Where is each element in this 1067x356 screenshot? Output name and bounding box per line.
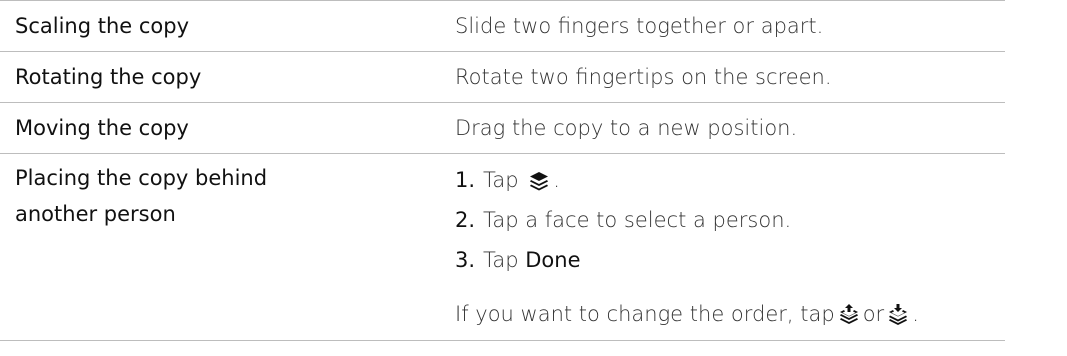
note-text-before: If you want to change the order, tap <box>455 302 835 326</box>
step-number: 1. <box>455 168 476 192</box>
action-line: another person <box>15 202 176 226</box>
order-note: If you want to change the order, tap or <box>455 294 1005 334</box>
note-text-middle: or <box>862 302 885 326</box>
done-label: Done <box>525 248 581 272</box>
action-cell: Placing the copy behind another person <box>0 154 437 340</box>
layers-icon <box>528 170 550 192</box>
instruction-cell: Slide two fingers together or apart. <box>455 14 824 38</box>
step-item: 2. Tap a face to select a person. <box>455 200 1005 240</box>
action-cell: Moving the copy <box>15 116 189 140</box>
action-line: Placing the copy behind <box>15 166 268 190</box>
instruction-cell: 1. Tap . 2. Tap a face to select a perso… <box>437 154 1005 340</box>
action-cell: Rotating the copy <box>15 65 202 89</box>
step-text-before: Tap <box>483 248 519 272</box>
table-row: Moving the copy Drag the copy to a new p… <box>0 102 1005 153</box>
note-text-after: . <box>912 302 919 326</box>
step-number: 3. <box>455 248 476 272</box>
instruction-cell: Rotate two fingertips on the screen. <box>455 65 832 89</box>
step-text: Tap a face to select a person. <box>483 208 792 232</box>
gesture-table: Scaling the copy Slide two fingers toget… <box>0 0 1005 341</box>
step-number: 2. <box>455 208 476 232</box>
steps-list: 1. Tap . 2. Tap a face to select a perso… <box>455 160 1005 280</box>
step-text-before: Tap <box>483 168 519 192</box>
layer-up-icon <box>838 303 860 325</box>
step-item: 3. Tap Done <box>455 240 1005 280</box>
layer-down-icon <box>887 303 909 325</box>
action-cell: Scaling the copy <box>15 14 190 38</box>
instruction-cell: Drag the copy to a new position. <box>455 116 798 140</box>
table-row: Placing the copy behind another person 1… <box>0 153 1005 341</box>
step-text: Tap . <box>483 162 560 198</box>
table-row: Rotating the copy Rotate two fingertips … <box>0 51 1005 102</box>
step-item: 1. Tap . <box>455 160 1005 200</box>
step-text: Tap Done <box>483 242 581 278</box>
table-row: Scaling the copy Slide two fingers toget… <box>0 0 1005 51</box>
step-text-after: . <box>553 168 560 192</box>
